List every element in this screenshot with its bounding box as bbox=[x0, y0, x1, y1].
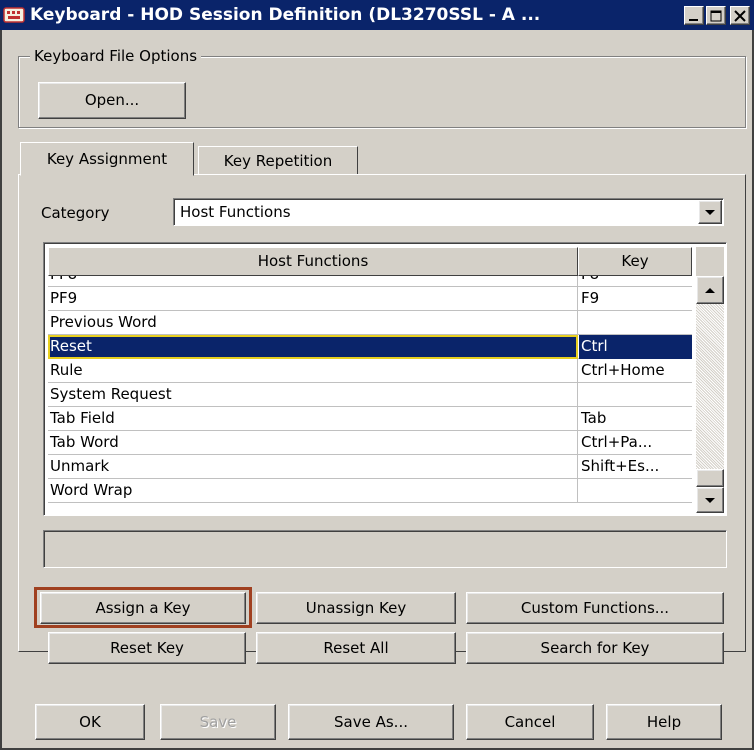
table-body: PF8 F8 PF9 F9 Previous Word Reset Ctrl R… bbox=[48, 276, 692, 513]
cell-function: Rule bbox=[48, 359, 578, 383]
cell-function: Unmark bbox=[48, 455, 578, 479]
cell-function: Word Wrap bbox=[48, 479, 578, 503]
table-row-selected[interactable]: Reset Ctrl bbox=[48, 335, 692, 359]
table-row[interactable]: Tab Field Tab bbox=[48, 407, 692, 431]
scroll-thumb[interactable] bbox=[696, 469, 724, 487]
table-row[interactable]: Unmark Shift+Es... bbox=[48, 455, 692, 479]
close-icon bbox=[734, 10, 746, 22]
host-functions-table: Host Functions Key PF8 F8 PF9 F9 Previou… bbox=[43, 242, 727, 516]
table-row[interactable]: Previous Word bbox=[48, 311, 692, 335]
cell-key: Ctrl+Pa... bbox=[581, 433, 653, 451]
assign-key-button[interactable]: Assign a Key bbox=[40, 592, 246, 624]
cell-key: Shift+Es... bbox=[581, 457, 660, 475]
table-row[interactable]: PF9 F9 bbox=[48, 287, 692, 311]
scroll-track[interactable] bbox=[696, 304, 724, 469]
column-header-host-functions[interactable]: Host Functions bbox=[48, 247, 578, 276]
table-row[interactable]: Tab Word Ctrl+Pa... bbox=[48, 431, 692, 455]
table-row[interactable]: Word Wrap bbox=[48, 479, 692, 503]
cell-key: F8 bbox=[579, 276, 692, 287]
ok-button[interactable]: OK bbox=[35, 704, 145, 740]
open-button[interactable]: Open... bbox=[38, 82, 186, 119]
custom-functions-button[interactable]: Custom Functions... bbox=[466, 592, 724, 624]
cell-key: Tab bbox=[581, 409, 607, 427]
scroll-down-button[interactable] bbox=[696, 487, 724, 513]
table-row[interactable]: Rule Ctrl+Home bbox=[48, 359, 692, 383]
cell-key bbox=[579, 479, 692, 503]
save-button[interactable]: Save bbox=[160, 704, 276, 740]
table-row[interactable]: System Request bbox=[48, 383, 692, 407]
cell-key bbox=[579, 383, 692, 407]
chevron-up-icon bbox=[705, 288, 715, 293]
reset-key-button[interactable]: Reset Key bbox=[48, 632, 246, 664]
save-as-button[interactable]: Save As... bbox=[288, 704, 454, 740]
cell-function: Reset bbox=[48, 335, 578, 359]
category-select[interactable]: Host Functions bbox=[173, 198, 724, 226]
table-row[interactable]: PF8 F8 bbox=[48, 276, 692, 287]
search-for-key-button[interactable]: Search for Key bbox=[466, 632, 724, 664]
keyboard-app-icon bbox=[3, 5, 25, 25]
cell-function: System Request bbox=[48, 383, 578, 407]
title-bar[interactable]: Keyboard - HOD Session Definition (DL327… bbox=[0, 0, 754, 30]
cell-function: Tab Word bbox=[48, 431, 578, 455]
table-scrollbar[interactable] bbox=[696, 247, 724, 513]
minimize-icon bbox=[689, 19, 698, 21]
column-header-key[interactable]: Key bbox=[578, 247, 692, 276]
cell-key: F9 bbox=[581, 289, 600, 307]
cancel-button[interactable]: Cancel bbox=[466, 704, 594, 740]
maximize-button[interactable] bbox=[706, 6, 726, 25]
category-value: Host Functions bbox=[180, 203, 291, 221]
unassign-key-button[interactable]: Unassign Key bbox=[256, 592, 456, 624]
file-options-label: Keyboard File Options bbox=[30, 45, 202, 67]
cell-function: PF9 bbox=[48, 287, 578, 311]
category-dropdown-button[interactable] bbox=[698, 200, 722, 224]
maximize-icon bbox=[710, 10, 722, 22]
chevron-down-icon bbox=[705, 210, 715, 215]
reset-all-button[interactable]: Reset All bbox=[256, 632, 456, 664]
description-box bbox=[43, 530, 727, 568]
category-label: Category bbox=[41, 204, 110, 222]
tab-key-repetition[interactable]: Key Repetition bbox=[198, 146, 358, 174]
cell-function: Previous Word bbox=[48, 311, 578, 335]
close-button[interactable] bbox=[730, 6, 750, 25]
cell-function: PF8 bbox=[48, 276, 578, 287]
minimize-button[interactable] bbox=[684, 6, 704, 25]
cell-key: Ctrl+Home bbox=[581, 361, 665, 379]
window-title: Keyboard - HOD Session Definition (DL327… bbox=[30, 5, 541, 25]
cell-key: Ctrl bbox=[579, 335, 692, 359]
cell-function: Tab Field bbox=[48, 407, 578, 431]
help-button[interactable]: Help bbox=[606, 704, 722, 740]
cell-key bbox=[579, 311, 692, 335]
scroll-up-button[interactable] bbox=[696, 276, 724, 304]
chevron-down-icon bbox=[705, 498, 715, 503]
tab-key-assignment[interactable]: Key Assignment bbox=[20, 142, 194, 176]
